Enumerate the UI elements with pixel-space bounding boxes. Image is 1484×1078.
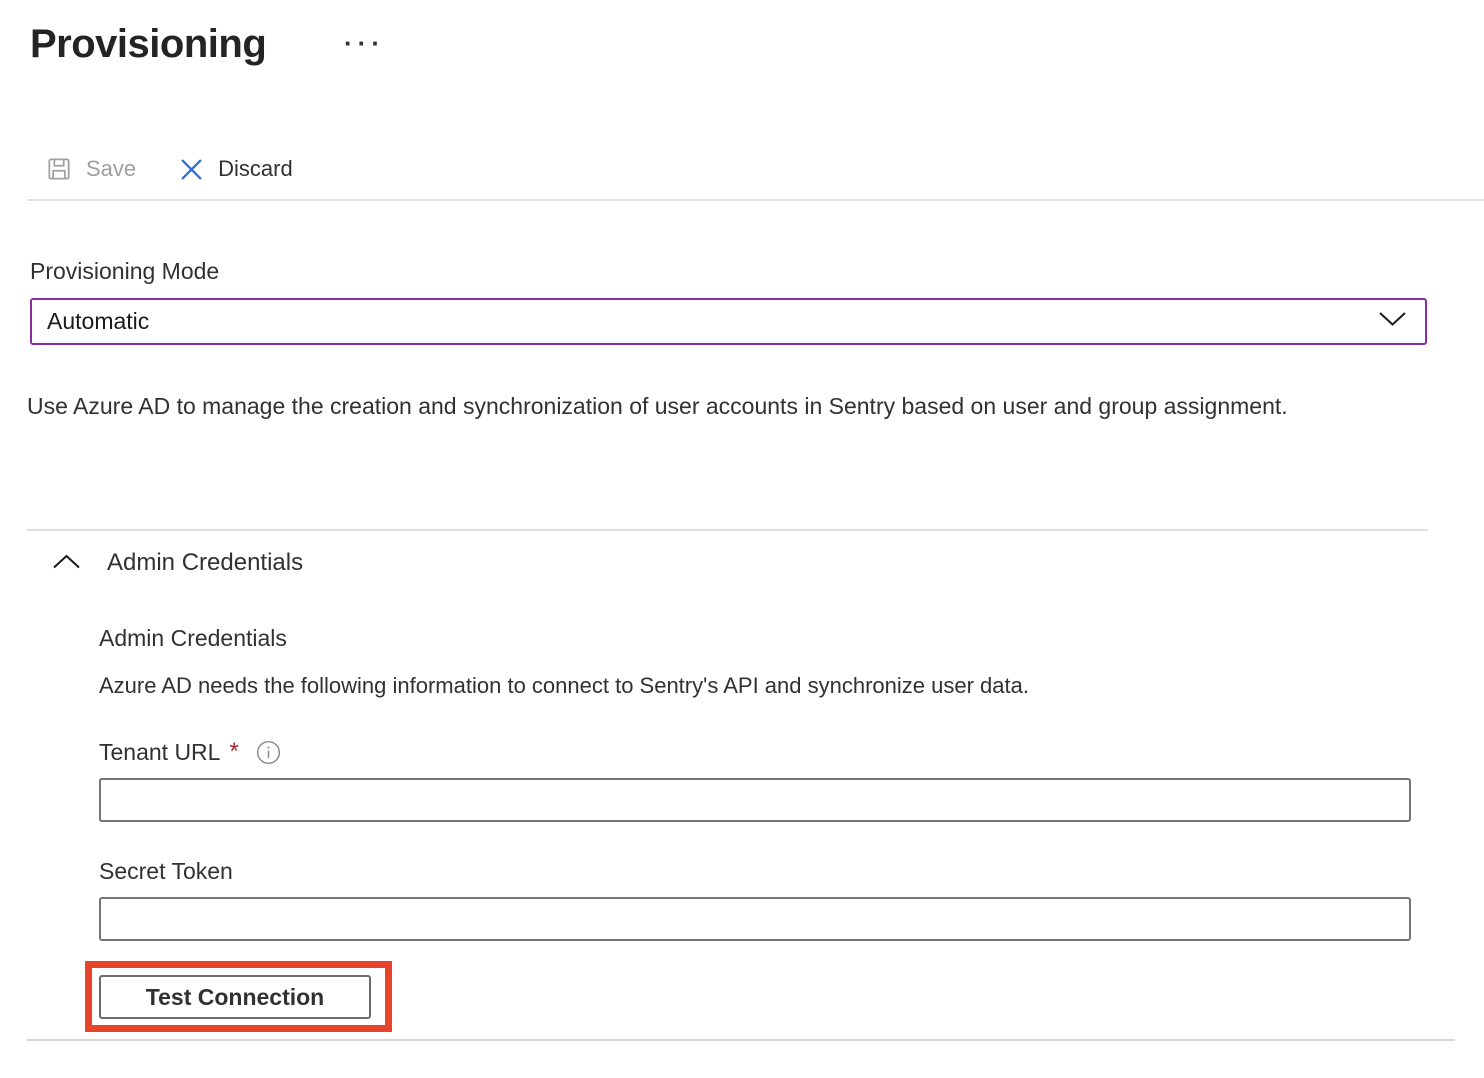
provisioning-mode-description: Use Azure AD to manage the creation and …	[27, 385, 1337, 427]
tenant-url-label-row: Tenant URL *	[99, 738, 281, 766]
toolbar-divider	[27, 199, 1484, 201]
save-icon	[45, 155, 73, 183]
test-connection-button[interactable]: Test Connection	[99, 975, 371, 1019]
discard-button[interactable]: Discard	[178, 156, 293, 183]
save-button[interactable]: Save	[45, 155, 136, 183]
section-divider	[27, 529, 1428, 531]
provisioning-mode-selected-value: Automatic	[47, 308, 1378, 335]
admin-credentials-description: Azure AD needs the following information…	[99, 673, 1029, 699]
required-asterisk: *	[229, 738, 238, 766]
chevron-down-icon	[1378, 311, 1407, 332]
command-bar: Save Discard	[45, 146, 293, 192]
discard-x-icon	[178, 156, 205, 183]
info-icon[interactable]	[256, 740, 281, 765]
page-title: Provisioning	[30, 22, 266, 67]
tenant-url-input[interactable]	[99, 778, 1411, 822]
section-title: Admin Credentials	[107, 549, 303, 577]
tenant-url-label: Tenant URL	[99, 739, 220, 766]
chevron-up-icon	[52, 553, 81, 573]
discard-label: Discard	[218, 156, 293, 182]
bottom-divider	[27, 1039, 1455, 1041]
more-options-button[interactable]: ···	[344, 30, 385, 56]
secret-token-input[interactable]	[99, 897, 1411, 941]
save-label: Save	[86, 156, 136, 182]
secret-token-label: Secret Token	[99, 858, 233, 885]
admin-credentials-heading: Admin Credentials	[99, 625, 287, 652]
provisioning-mode-dropdown[interactable]: Automatic	[30, 298, 1427, 345]
provisioning-mode-label: Provisioning Mode	[30, 258, 219, 285]
admin-credentials-section-toggle[interactable]: Admin Credentials	[52, 549, 303, 577]
